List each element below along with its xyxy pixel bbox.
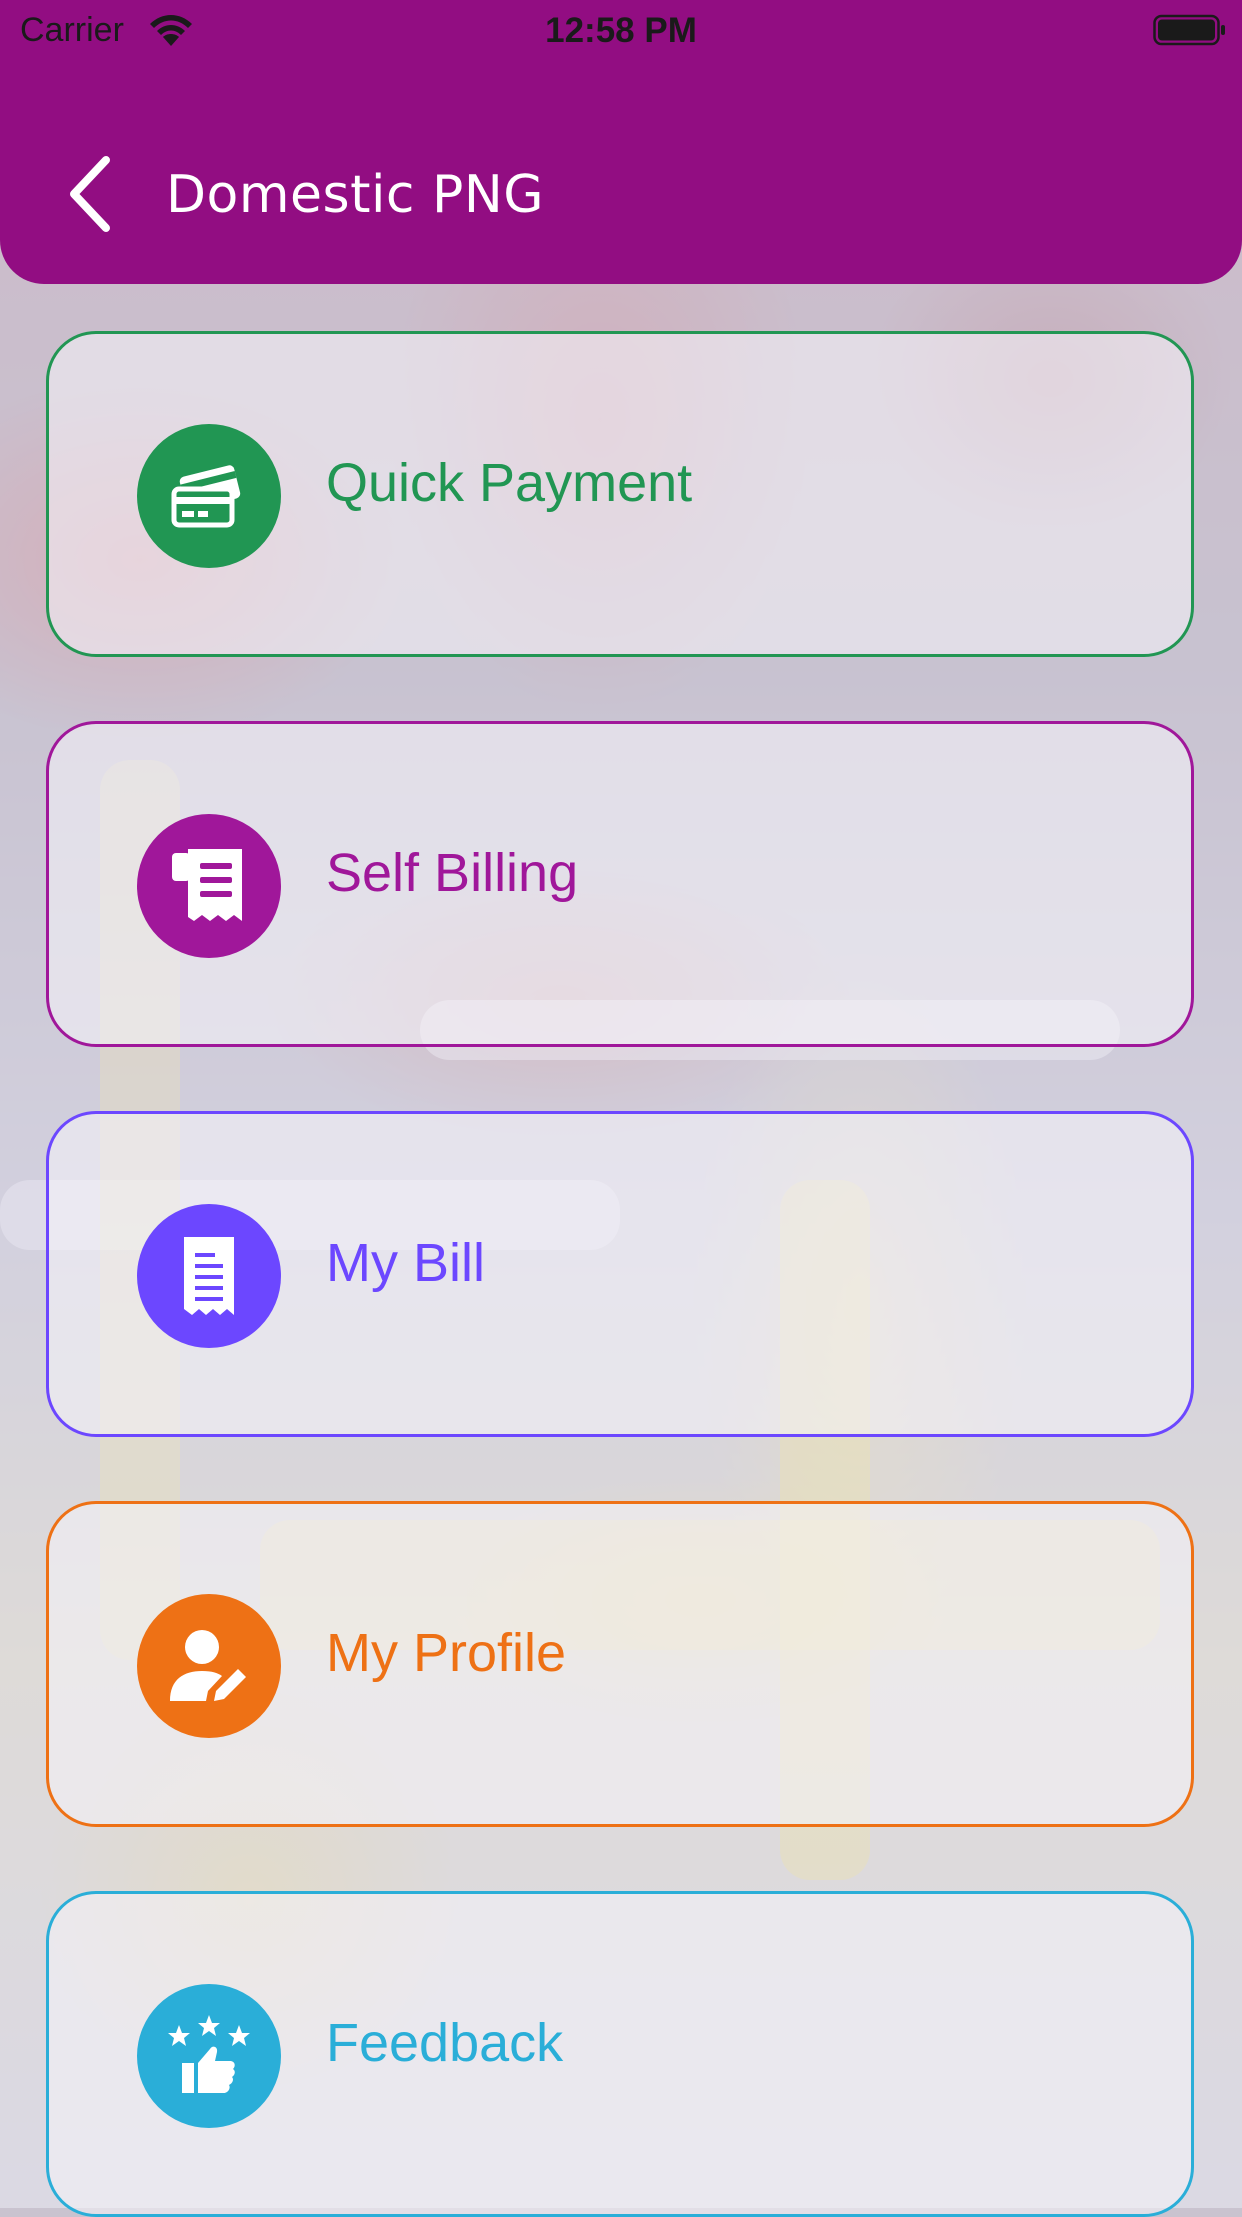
quick-payment-card[interactable]: Quick Payment <box>46 331 1194 657</box>
thumbs-up-stars-icon <box>168 2015 250 2093</box>
my-bill-icon-circle <box>137 1204 281 1348</box>
quick-payment-icon-circle <box>137 424 281 568</box>
my-bill-card[interactable]: My Bill <box>46 1111 1194 1437</box>
self-billing-icon-circle <box>137 814 281 958</box>
feedback-card[interactable]: Feedback <box>46 1891 1194 2217</box>
user-edit-icon <box>170 1630 246 1701</box>
page-title: Domestic PNG <box>166 165 545 225</box>
feedback-icon-circle <box>137 1984 281 2128</box>
app-header: Carrier 12:58 PM Domestic PNG <box>0 0 1242 284</box>
self-billing-card[interactable]: Self Billing <box>46 721 1194 1047</box>
my-profile-label: My Profile <box>326 1623 567 1683</box>
navigation-bar: Domestic PNG <box>0 130 1242 260</box>
quick-payment-label: Quick Payment <box>326 453 693 513</box>
my-bill-label: My Bill <box>326 1233 485 1293</box>
feedback-label: Feedback <box>326 2013 564 2073</box>
chevron-left-icon[interactable] <box>64 154 116 234</box>
my-profile-card[interactable]: My Profile <box>46 1501 1194 1827</box>
status-bar: Carrier 12:58 PM <box>0 0 1242 62</box>
credit-cards-icon <box>171 465 241 528</box>
battery-icon <box>1153 14 1225 46</box>
menu-list: Quick Payment Self Billing My Bill My Pr… <box>0 0 1242 2217</box>
self-billing-label: Self Billing <box>326 843 579 903</box>
bill-document-icon <box>184 1237 234 1315</box>
my-profile-icon-circle <box>137 1594 281 1738</box>
status-time: 12:58 PM <box>545 11 697 50</box>
receipt-icon <box>172 849 242 921</box>
